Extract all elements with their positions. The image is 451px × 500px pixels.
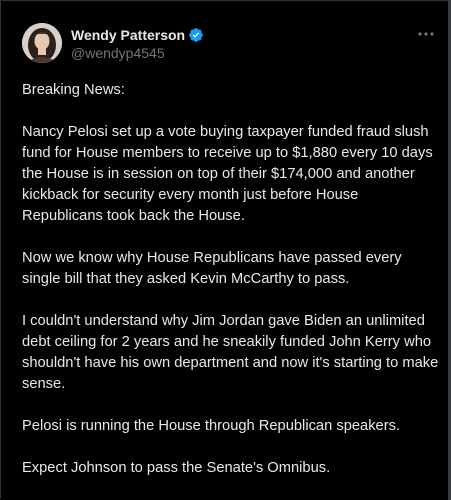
post-paragraph: Now we know why House Republicans have p… <box>22 250 402 287</box>
post-paragraph: Pelosi is running the House through Repu… <box>22 418 401 434</box>
post-paragraph: Breaking News: <box>22 82 125 98</box>
post-paragraph: I couldn't understand why Jim Jordan gav… <box>22 313 439 392</box>
handle[interactable]: @wendyp4545 <box>71 44 204 62</box>
author-info: Wendy Patterson @wendyp4545 <box>71 26 204 62</box>
name-row: Wendy Patterson <box>71 26 204 44</box>
avatar[interactable] <box>22 23 62 63</box>
verified-badge-icon <box>188 27 204 43</box>
post-paragraph: Nancy Pelosi set up a vote buying taxpay… <box>22 124 433 224</box>
post-header: Wendy Patterson @wendyp4545 <box>22 23 437 67</box>
post-paragraph: Expect Johnson to pass the Senate's Omni… <box>22 460 331 476</box>
more-horizontal-icon[interactable] <box>415 25 437 43</box>
display-name[interactable]: Wendy Patterson <box>71 26 185 44</box>
user-avatar-icon <box>22 23 62 63</box>
post-text: Breaking News: Nancy Pelosi set up a vot… <box>22 80 440 500</box>
